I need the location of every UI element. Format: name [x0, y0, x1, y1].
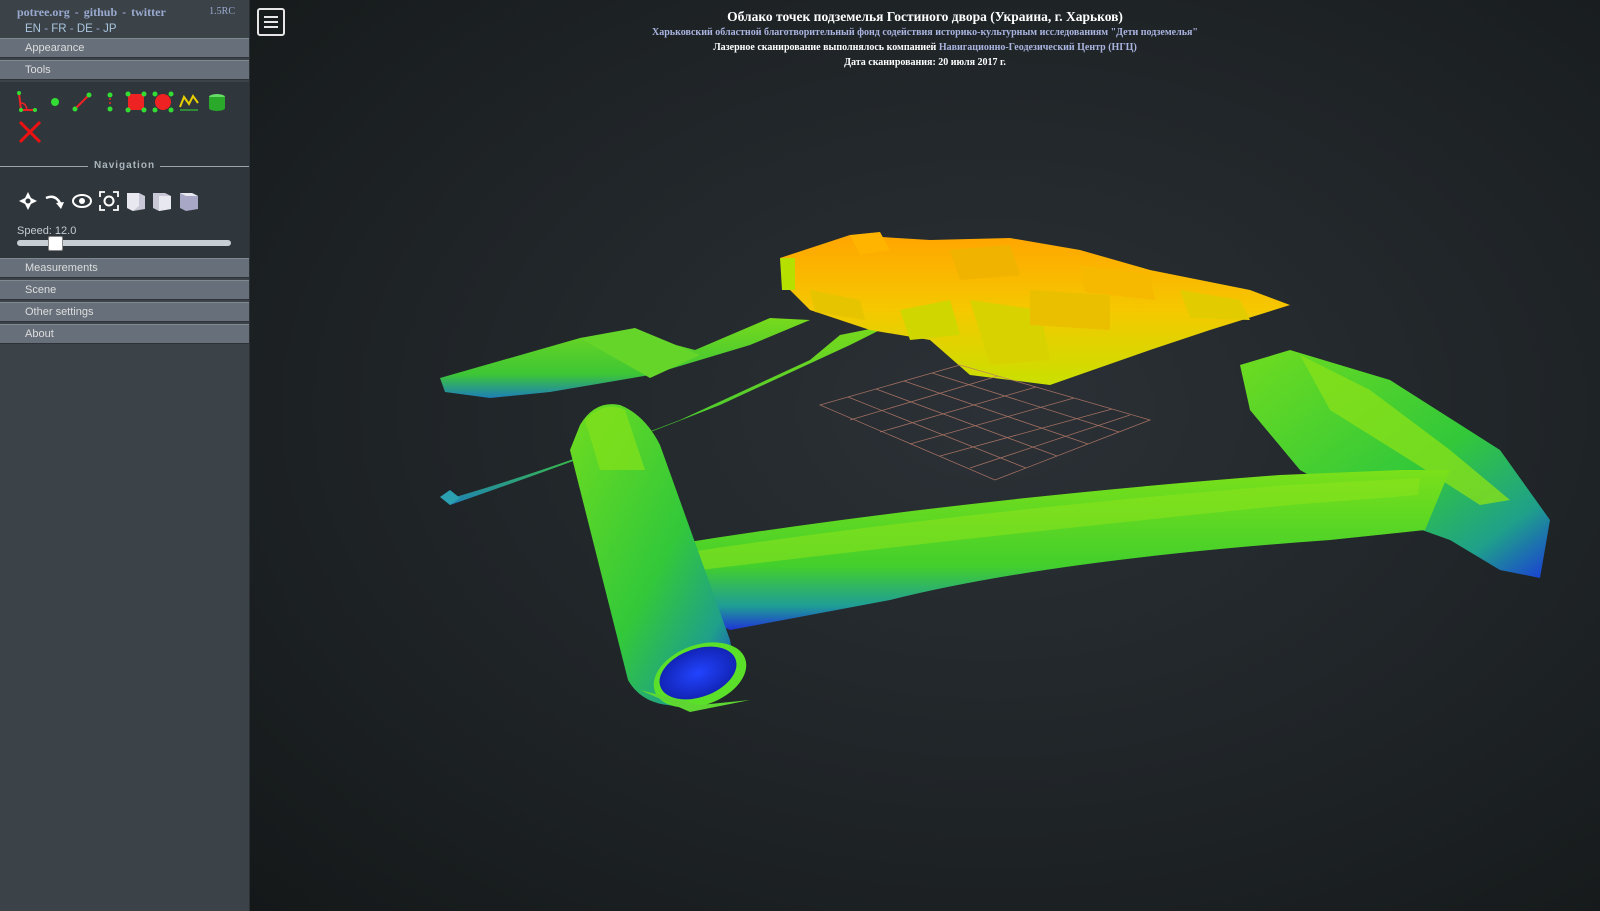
- lang-de[interactable]: DE: [77, 23, 93, 35]
- potree-link[interactable]: potree.org: [17, 5, 70, 19]
- subtitle-foundation: Харьковский областной благотворительный …: [652, 27, 1198, 38]
- profile-icon[interactable]: [178, 91, 200, 113]
- top-view-icon[interactable]: [178, 190, 200, 212]
- focus-icon[interactable]: [98, 190, 120, 212]
- github-link[interactable]: github: [84, 5, 117, 19]
- scan-company-link[interactable]: Навигационно-Геодезический Центр (НГЦ): [939, 42, 1137, 53]
- lang-separator: -: [69, 23, 74, 35]
- divider-line: [160, 166, 249, 167]
- link-separator: -: [74, 5, 79, 19]
- angle-measure-icon[interactable]: [16, 91, 38, 113]
- navigation-heading: Navigation: [0, 160, 249, 172]
- language-selector: EN - FR - DE - JP: [25, 23, 116, 35]
- viewer-info-overlay: Облако точек подземелья Гостиного двора …: [250, 8, 1600, 70]
- horizontal-tunnel: [670, 470, 1450, 630]
- left-view-icon[interactable]: [151, 190, 173, 212]
- building-foundation: [780, 232, 1290, 385]
- tools-panel: [0, 82, 249, 166]
- point-measure-icon[interactable]: [44, 91, 66, 113]
- measurements-section-header[interactable]: Measurements: [0, 258, 249, 278]
- height-measure-icon[interactable]: [99, 91, 121, 113]
- speed-slider-thumb[interactable]: [48, 236, 63, 251]
- orange-grid: [818, 364, 1152, 481]
- speed-label: Speed: 12.0: [17, 225, 77, 237]
- area-measure-icon[interactable]: [125, 91, 147, 113]
- front-view-icon[interactable]: [125, 190, 147, 212]
- lang-separator: -: [96, 23, 100, 35]
- volume-measure-icon[interactable]: [152, 91, 174, 113]
- 3d-viewer-canvas[interactable]: Облако точек подземелья Гостиного двора …: [250, 0, 1600, 911]
- twitter-link[interactable]: twitter: [131, 5, 166, 19]
- appearance-section-header[interactable]: Appearance: [0, 38, 249, 58]
- tools-section-header[interactable]: Tools: [0, 60, 249, 80]
- link-separator: -: [122, 5, 127, 19]
- orbit-control-icon[interactable]: [44, 190, 66, 212]
- point-cloud-scene[interactable]: [250, 0, 1600, 911]
- scan-date: Дата сканирования: 20 июля 2017 г.: [844, 57, 1006, 68]
- remove-all-icon[interactable]: [17, 119, 43, 145]
- scene-section-header[interactable]: Scene: [0, 280, 249, 300]
- lang-en[interactable]: EN: [25, 23, 41, 35]
- scan-company-line: Лазерное сканирование выполнялось компан…: [250, 40, 1600, 55]
- clip-volume-icon[interactable]: [206, 91, 228, 113]
- lang-jp[interactable]: JP: [103, 23, 116, 35]
- sidebar: potree.org - github - twitter 1.5RC EN -…: [0, 0, 250, 911]
- distance-measure-icon[interactable]: [71, 91, 93, 113]
- right-tunnel: [1240, 350, 1550, 578]
- sidebar-header: potree.org - github - twitter 1.5RC EN -…: [0, 0, 249, 38]
- earth-control-icon[interactable]: [71, 190, 93, 212]
- other-settings-section-header[interactable]: Other settings: [0, 302, 249, 322]
- lang-fr[interactable]: FR: [51, 23, 66, 35]
- header-links: potree.org - github - twitter: [17, 5, 166, 20]
- version-label: 1.5RC: [209, 6, 235, 17]
- scan-text: Лазерное сканирование выполнялось компан…: [713, 42, 937, 53]
- about-section-header[interactable]: About: [0, 324, 249, 344]
- page-title: Облако точек подземелья Гостиного двора …: [727, 9, 1123, 24]
- lang-separator: -: [44, 23, 49, 35]
- fly-control-icon[interactable]: [17, 190, 39, 212]
